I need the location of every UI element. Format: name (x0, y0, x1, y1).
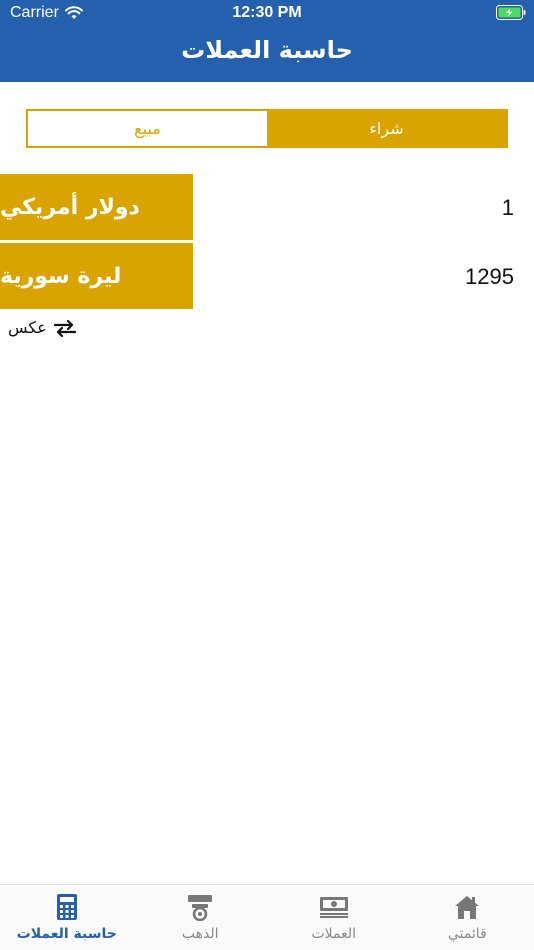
tab-my-list[interactable]: قائمتي (401, 885, 534, 950)
status-time: 12:30 PM (232, 4, 302, 21)
from-currency-button[interactable]: دولار أمريكي (0, 174, 193, 240)
swap-label: عكس (8, 318, 47, 337)
segment-buy[interactable]: شراء (267, 111, 506, 146)
tab-gold[interactable]: الذهب (134, 885, 268, 950)
tab-label: العملات (311, 926, 357, 942)
converted-amount: 1295 (465, 264, 514, 289)
from-amount-field[interactable]: 1 (214, 195, 514, 221)
home-icon (451, 891, 483, 923)
gold-icon (184, 891, 216, 923)
segment-sell[interactable]: مبيع (28, 111, 267, 146)
tab-bar: حاسبة العملات الذهب العملات قائمتي (0, 884, 534, 950)
tab-label: الذهب (181, 926, 219, 942)
money-icon (318, 891, 350, 923)
status-bar: Carrier 12:30 PM (0, 0, 534, 26)
swap-button[interactable]: عكس (8, 318, 77, 337)
tab-currency-calculator[interactable]: حاسبة العملات (0, 885, 134, 950)
app-header: Carrier 12:30 PM حاسبة العملات (0, 0, 534, 82)
tab-label: قائمتي (447, 926, 487, 942)
tab-currencies[interactable]: العملات (267, 885, 401, 950)
swap-arrows-icon (53, 319, 76, 337)
to-currency-button[interactable]: ليرة سورية (0, 243, 193, 309)
calculator-icon (51, 891, 83, 923)
buy-sell-segmented-control: مبيع شراء (26, 109, 508, 148)
page-title: حاسبة العملات (181, 36, 353, 64)
tab-label: حاسبة العملات (16, 926, 117, 942)
battery-icon (496, 5, 526, 20)
